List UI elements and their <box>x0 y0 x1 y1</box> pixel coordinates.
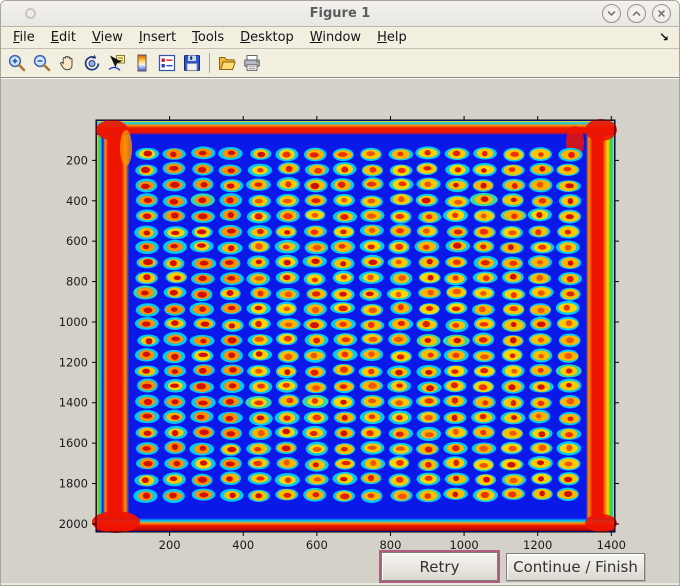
x-tick-label: 1000 <box>449 538 478 552</box>
zoom-out-icon[interactable] <box>31 52 52 74</box>
x-tick-label: 600 <box>306 538 328 552</box>
colorbar-icon[interactable] <box>131 52 152 74</box>
close-button[interactable] <box>652 4 671 23</box>
x-tick-label: 800 <box>379 538 401 552</box>
menu-file[interactable]: File <box>5 28 43 47</box>
y-tick-label: 1000 <box>59 315 88 329</box>
y-tick-label: 2000 <box>59 517 88 531</box>
close-x-icon <box>658 10 665 17</box>
figure-window: Figure 1 File Edit View Insert Tools Desktop W… <box>0 0 680 586</box>
menu-items: File Edit View Insert Tools Desktop Window Help <box>1 28 415 47</box>
open-icon[interactable] <box>216 52 237 74</box>
continue-finish-button[interactable]: Continue / Finish <box>506 553 645 581</box>
titlebar[interactable]: Figure 1 <box>1 1 679 27</box>
menu-desktop[interactable]: Desktop <box>232 28 302 47</box>
y-tick-label: 1800 <box>59 477 88 491</box>
y-tick-label: 800 <box>66 275 88 289</box>
y-tick-label: 1600 <box>59 436 88 450</box>
retry-button[interactable]: Retry <box>379 550 500 583</box>
y-tick-label: 200 <box>66 153 88 167</box>
menu-window[interactable]: Window <box>302 28 369 47</box>
x-tick-label: 1400 <box>597 538 626 552</box>
window-menu-icon[interactable] <box>25 8 36 19</box>
zoom-in-icon[interactable] <box>6 52 27 74</box>
plot-area: 200 400 600 800 1000 1200 1400 200 400 600 800 1000… <box>59 116 626 552</box>
menu-view[interactable]: View <box>84 28 131 47</box>
menu-help[interactable]: Help <box>369 28 415 47</box>
dock-figure-icon[interactable]: ↘ <box>659 30 669 44</box>
figure-canvas: 200 400 600 800 1000 1200 1400 200 400 600 800 1000… <box>1 78 679 585</box>
toolbar-separator <box>209 53 210 73</box>
chevron-down-icon <box>607 11 616 17</box>
maximize-button[interactable] <box>627 4 646 23</box>
chevron-up-icon <box>632 10 641 16</box>
pan-icon[interactable] <box>56 52 77 74</box>
window-controls <box>602 4 671 23</box>
save-icon[interactable] <box>181 52 202 74</box>
rotate-3d-icon[interactable] <box>81 52 102 74</box>
menubar: File Edit View Insert Tools Desktop Window Help… <box>1 27 679 49</box>
y-tick-label: 400 <box>66 194 88 208</box>
window-title: Figure 1 <box>309 6 371 21</box>
figure-toolbar <box>1 49 679 78</box>
x-tick-label: 1200 <box>523 538 552 552</box>
y-tick-label: 1400 <box>59 396 88 410</box>
data-cursor-icon[interactable] <box>106 52 127 74</box>
x-tick-label: 400 <box>232 538 254 552</box>
menu-tools[interactable]: Tools <box>184 28 232 47</box>
y-tick-label: 600 <box>66 234 88 248</box>
minimize-button[interactable] <box>602 4 621 23</box>
y-tick-label: 1200 <box>59 355 88 369</box>
x-tick-label: 200 <box>159 538 181 552</box>
menu-edit[interactable]: Edit <box>43 28 84 47</box>
legend-icon[interactable] <box>156 52 177 74</box>
menu-insert[interactable]: Insert <box>131 28 184 47</box>
print-icon[interactable] <box>241 52 262 74</box>
